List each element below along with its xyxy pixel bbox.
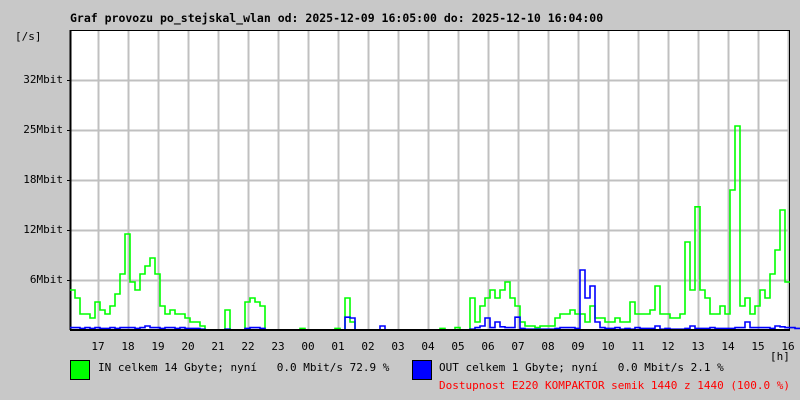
x-tick-label: 00 <box>301 340 315 353</box>
y-tick-label: 6Mbit <box>29 273 63 286</box>
traffic-graph: Graf provozu po_stejskal_wlan od: 2025-1… <box>0 0 800 400</box>
x-tick-label: 22 <box>241 340 255 353</box>
x-tick-label: 08 <box>541 340 555 353</box>
x-tick-label: 11 <box>631 340 645 353</box>
y-tick-label: 12Mbit <box>23 223 63 236</box>
x-tick-label: 14 <box>721 340 735 353</box>
y-tick-label: 25Mbit <box>23 123 63 136</box>
x-tick-label: 21 <box>211 340 225 353</box>
availability-text: Dostupnost E220 KOMPAKTOR semik 1440 z 1… <box>439 379 790 392</box>
x-tick-label: 17 <box>91 340 105 353</box>
legend-out-text: OUT celkem 1 Gbyte; nyní 0.0 Mbit/s 2.1 … <box>439 361 724 374</box>
x-tick-label: 12 <box>661 340 675 353</box>
x-tick-label: 09 <box>571 340 585 353</box>
x-tick-label: 13 <box>691 340 705 353</box>
legend-in-swatch <box>70 360 90 380</box>
x-tick-label: 02 <box>361 340 375 353</box>
x-tick-label: 19 <box>151 340 165 353</box>
x-axis-unit: [h] <box>770 350 790 363</box>
x-tick-label: 23 <box>271 340 285 353</box>
x-tick-label: 20 <box>181 340 195 353</box>
x-tick-label: 05 <box>451 340 465 353</box>
x-tick-label: 01 <box>331 340 345 353</box>
y-tick-label: 18Mbit <box>23 173 63 186</box>
legend-out-swatch <box>412 360 432 380</box>
x-tick-label: 15 <box>751 340 765 353</box>
y-tick-label: 32Mbit <box>23 73 63 86</box>
x-tick-label: 07 <box>511 340 525 353</box>
x-tick-label: 18 <box>121 340 135 353</box>
x-tick-label: 10 <box>601 340 615 353</box>
x-tick-label: 04 <box>421 340 435 353</box>
legend-in-text: IN celkem 14 Gbyte; nyní 0.0 Mbit/s 72.9… <box>98 361 390 374</box>
x-tick-label: 06 <box>481 340 495 353</box>
x-tick-label: 03 <box>391 340 405 353</box>
